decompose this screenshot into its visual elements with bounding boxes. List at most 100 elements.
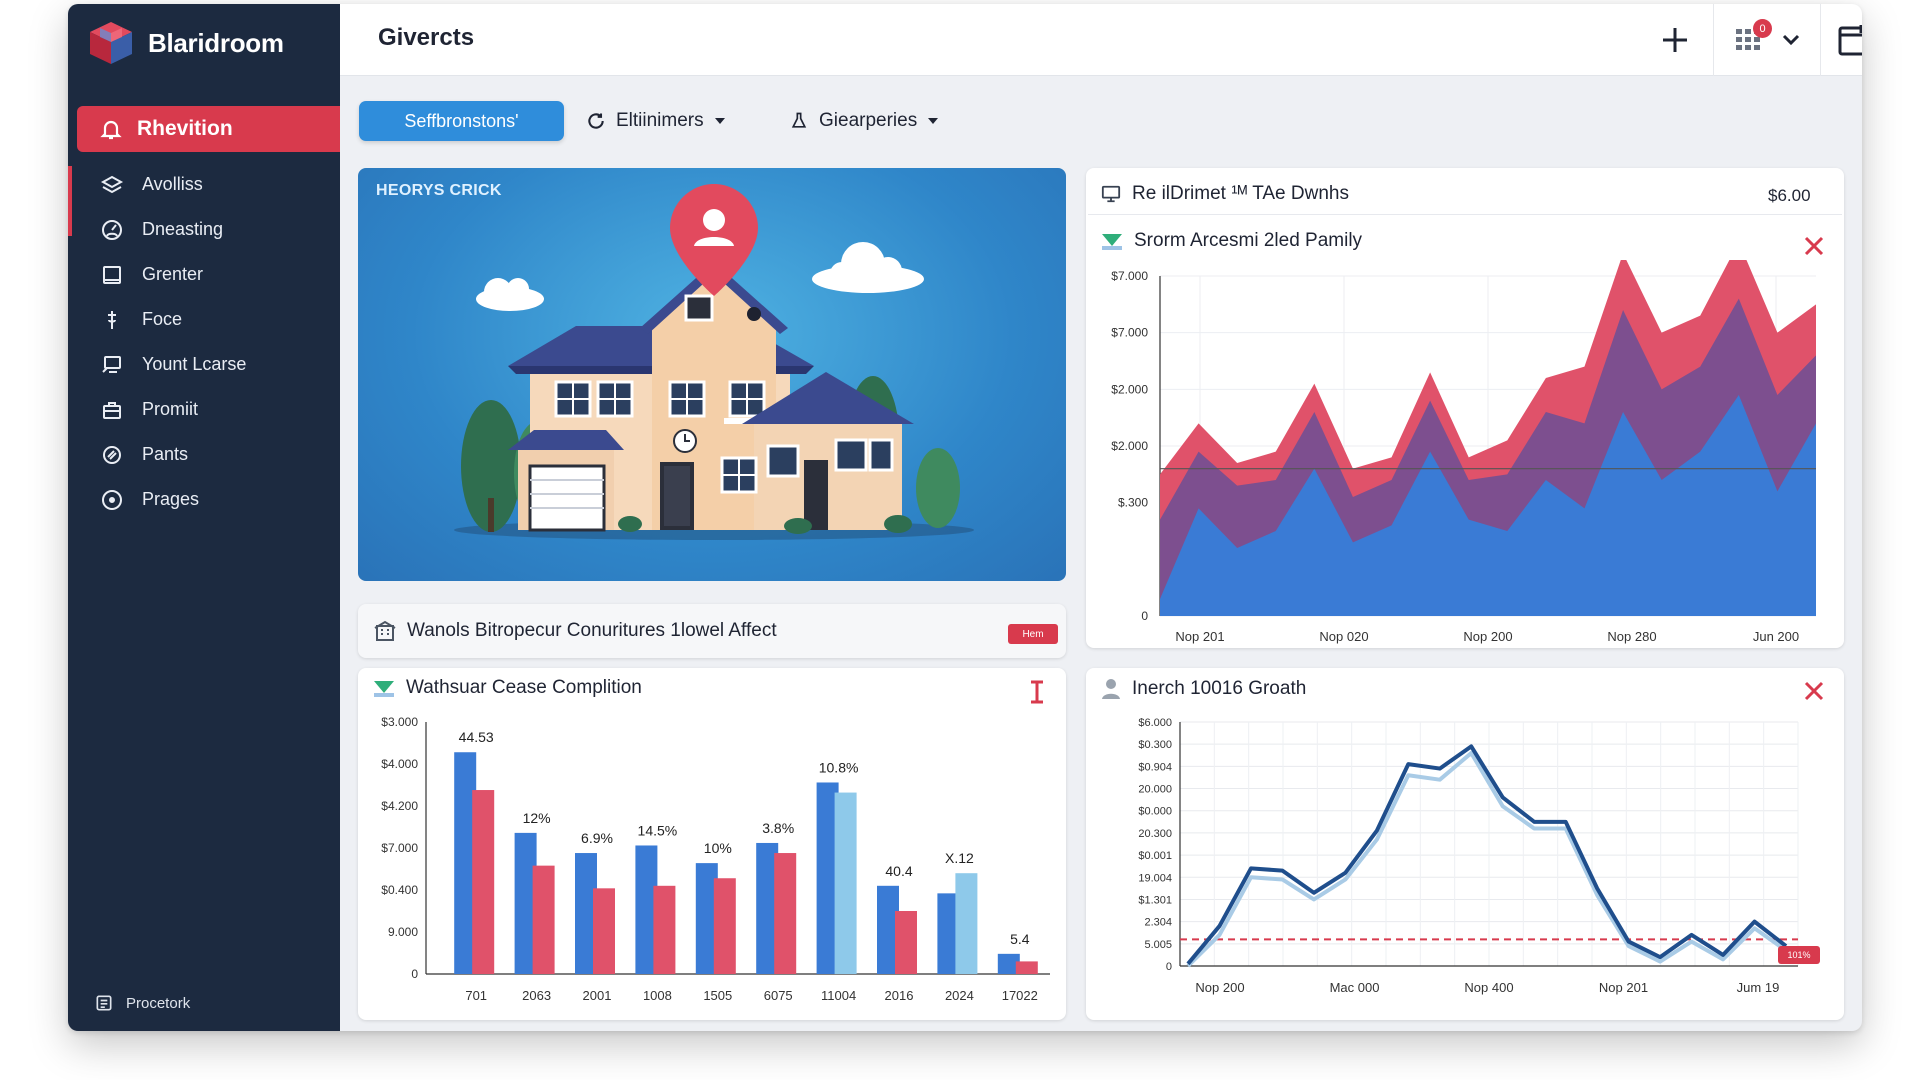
x-tick-label: Nop 201 <box>1599 980 1648 995</box>
text-cursor-icon[interactable] <box>1026 680 1048 704</box>
x-tick-label: 2063 <box>522 988 551 1003</box>
add-button[interactable] <box>1651 16 1699 64</box>
list-icon <box>96 995 112 1011</box>
sidebar-item-label: Grenter <box>142 264 204 284</box>
notifications-button[interactable]: 0 <box>1728 16 1772 64</box>
category-dropdown[interactable]: Giearperies <box>789 101 939 141</box>
sidebar-item-label: Avolliss <box>142 174 203 194</box>
gauge-icon <box>102 219 122 240</box>
bar-chart: $3.000 $4.000 $4.200 $7.000 $0.400 9.000 0 701 4… <box>381 715 1050 1003</box>
bar <box>532 865 555 974</box>
y-tick-label: 9.000 <box>388 925 418 939</box>
y-tick-label: 0 <box>1141 609 1148 623</box>
square-icon <box>103 265 121 284</box>
monitor-icon <box>102 355 121 373</box>
info-banner-header: Wanols Bitropecur Conuritures 1lowel Aff… <box>373 620 777 642</box>
sidebar-item-label: Prages <box>142 489 200 509</box>
bar <box>472 790 495 974</box>
sidebar-footer[interactable]: Procetork <box>94 993 190 1013</box>
brand[interactable]: Blaridroom <box>86 18 284 68</box>
data-label: X.12 <box>945 850 974 866</box>
refresh-icon <box>588 113 604 129</box>
x-tick-label: 2024 <box>945 988 974 1003</box>
bar-chart-title: Wathsuar Cease Complition <box>406 677 642 698</box>
y-tick-label: 2.304 <box>1144 917 1172 929</box>
sidebar-footer-label: Procetork <box>126 994 191 1012</box>
y-tick-label: $2.000 <box>1111 382 1148 396</box>
briefcase-icon <box>103 401 121 419</box>
y-tick-label: 19.004 <box>1138 872 1172 884</box>
sidebar-item-grenter[interactable]: Grenter <box>68 252 340 297</box>
area-panel-header: Re ilDrimet ¹ᴹ TAe Dwnhs <box>1100 183 1349 205</box>
sidebar-item-dneasting[interactable]: Dneasting <box>68 207 340 252</box>
window-button[interactable] <box>1832 16 1862 64</box>
data-label: 10.8% <box>819 759 859 775</box>
sidebar-item-active[interactable]: Rhevition <box>77 106 340 152</box>
filter-dropdown[interactable]: Eltiinimers <box>586 101 726 141</box>
house-illustration <box>454 184 974 540</box>
circle-icon <box>102 489 122 510</box>
sidebar-item-label: Pants <box>142 444 189 464</box>
x-tick-label: 17022 <box>1002 988 1038 1003</box>
sidebar-item-foce[interactable]: Foce <box>68 297 340 342</box>
x-tick-label: Nop 200 <box>1463 629 1512 644</box>
line-chart: $6.000 $0.300 $0.904 20.000 $0.000 20.300 $0.0… <box>1138 717 1799 995</box>
sidebar-nav: Avolliss Dneasting Grenter Foce Yount Lc… <box>68 162 340 522</box>
data-label: 6.9% <box>581 830 613 846</box>
x-tick-label: Nop 400 <box>1464 980 1513 995</box>
y-tick-label: 20.300 <box>1138 828 1172 840</box>
x-tick-label: Nop 280 <box>1607 629 1656 644</box>
line-chart-title: Inerch 10016 Groath <box>1132 678 1307 699</box>
category-dropdown-label: Giearperies <box>819 110 918 131</box>
y-tick-label: 0 <box>411 967 418 981</box>
sidebar-item-label: Yount Lcarse <box>142 354 247 374</box>
x-tick-label: 6075 <box>764 988 793 1003</box>
x-tick-label: 701 <box>465 988 487 1003</box>
y-tick-label: $0.001 <box>1138 850 1172 862</box>
header-divider <box>1820 4 1821 76</box>
y-tick-label: 5.005 <box>1144 939 1172 951</box>
user-icon <box>1102 679 1120 699</box>
y-tick-label: $7.000 <box>1111 269 1148 283</box>
primary-action-button[interactable]: Seffbronstons' <box>359 101 564 141</box>
caret-down-icon <box>714 118 725 124</box>
y-tick-label: $3.000 <box>381 715 418 729</box>
sidebar-item-pants[interactable]: Pants <box>68 432 340 477</box>
x-tick-label: Nop 201 <box>1175 629 1224 644</box>
hero-card[interactable]: HEORYS CRICK <box>358 168 1066 581</box>
area-panel-header-value: $6.00 <box>1768 186 1811 205</box>
tag-icon <box>103 445 121 464</box>
data-label: 10% <box>704 840 732 856</box>
sidebar-item-yount-lcarse[interactable]: Yount Lcarse <box>68 342 340 387</box>
bar <box>713 878 736 974</box>
x-tick-label: Mac 000 <box>1330 980 1380 995</box>
y-tick-label: 20.000 <box>1138 784 1172 796</box>
trend-icon <box>374 681 394 697</box>
filter-dropdown-label: Eltiinimers <box>616 110 704 131</box>
close-icon[interactable] <box>1802 234 1826 258</box>
area-chart: $7.000 $7.000 $2.000 $2.000 $.300 0 Nop 201 Nop… <box>1111 260 1816 644</box>
notifications-dropdown-button[interactable] <box>1774 16 1808 64</box>
x-tick-label: Nop 200 <box>1195 980 1244 995</box>
sidebar-item-prages[interactable]: Prages <box>68 477 340 522</box>
x-tick-label: 2016 <box>885 988 914 1003</box>
bar <box>1015 961 1038 974</box>
brand-name: Blaridroom <box>148 27 284 58</box>
y-tick-label: 0 <box>1166 961 1172 973</box>
plus-icon <box>1663 28 1687 52</box>
data-label: 5.4 <box>1010 931 1030 947</box>
trend-icon <box>1102 234 1122 250</box>
building-icon <box>374 620 396 641</box>
y-tick-label: $0.400 <box>381 883 418 897</box>
data-label: 40.4 <box>885 863 912 879</box>
close-icon[interactable] <box>1802 679 1826 703</box>
x-tick-label: Jum 19 <box>1737 980 1780 995</box>
pin-icon <box>108 310 116 329</box>
y-tick-label: $6.000 <box>1138 717 1172 729</box>
sidebar-item-label: Dneasting <box>142 219 224 239</box>
line-series <box>1186 751 1788 968</box>
flask-icon <box>791 112 807 128</box>
sidebar-item-avolliss[interactable]: Avolliss <box>68 162 340 207</box>
y-tick-label: $0.000 <box>1138 806 1172 818</box>
sidebar-item-promiit[interactable]: Promiit <box>68 387 340 432</box>
